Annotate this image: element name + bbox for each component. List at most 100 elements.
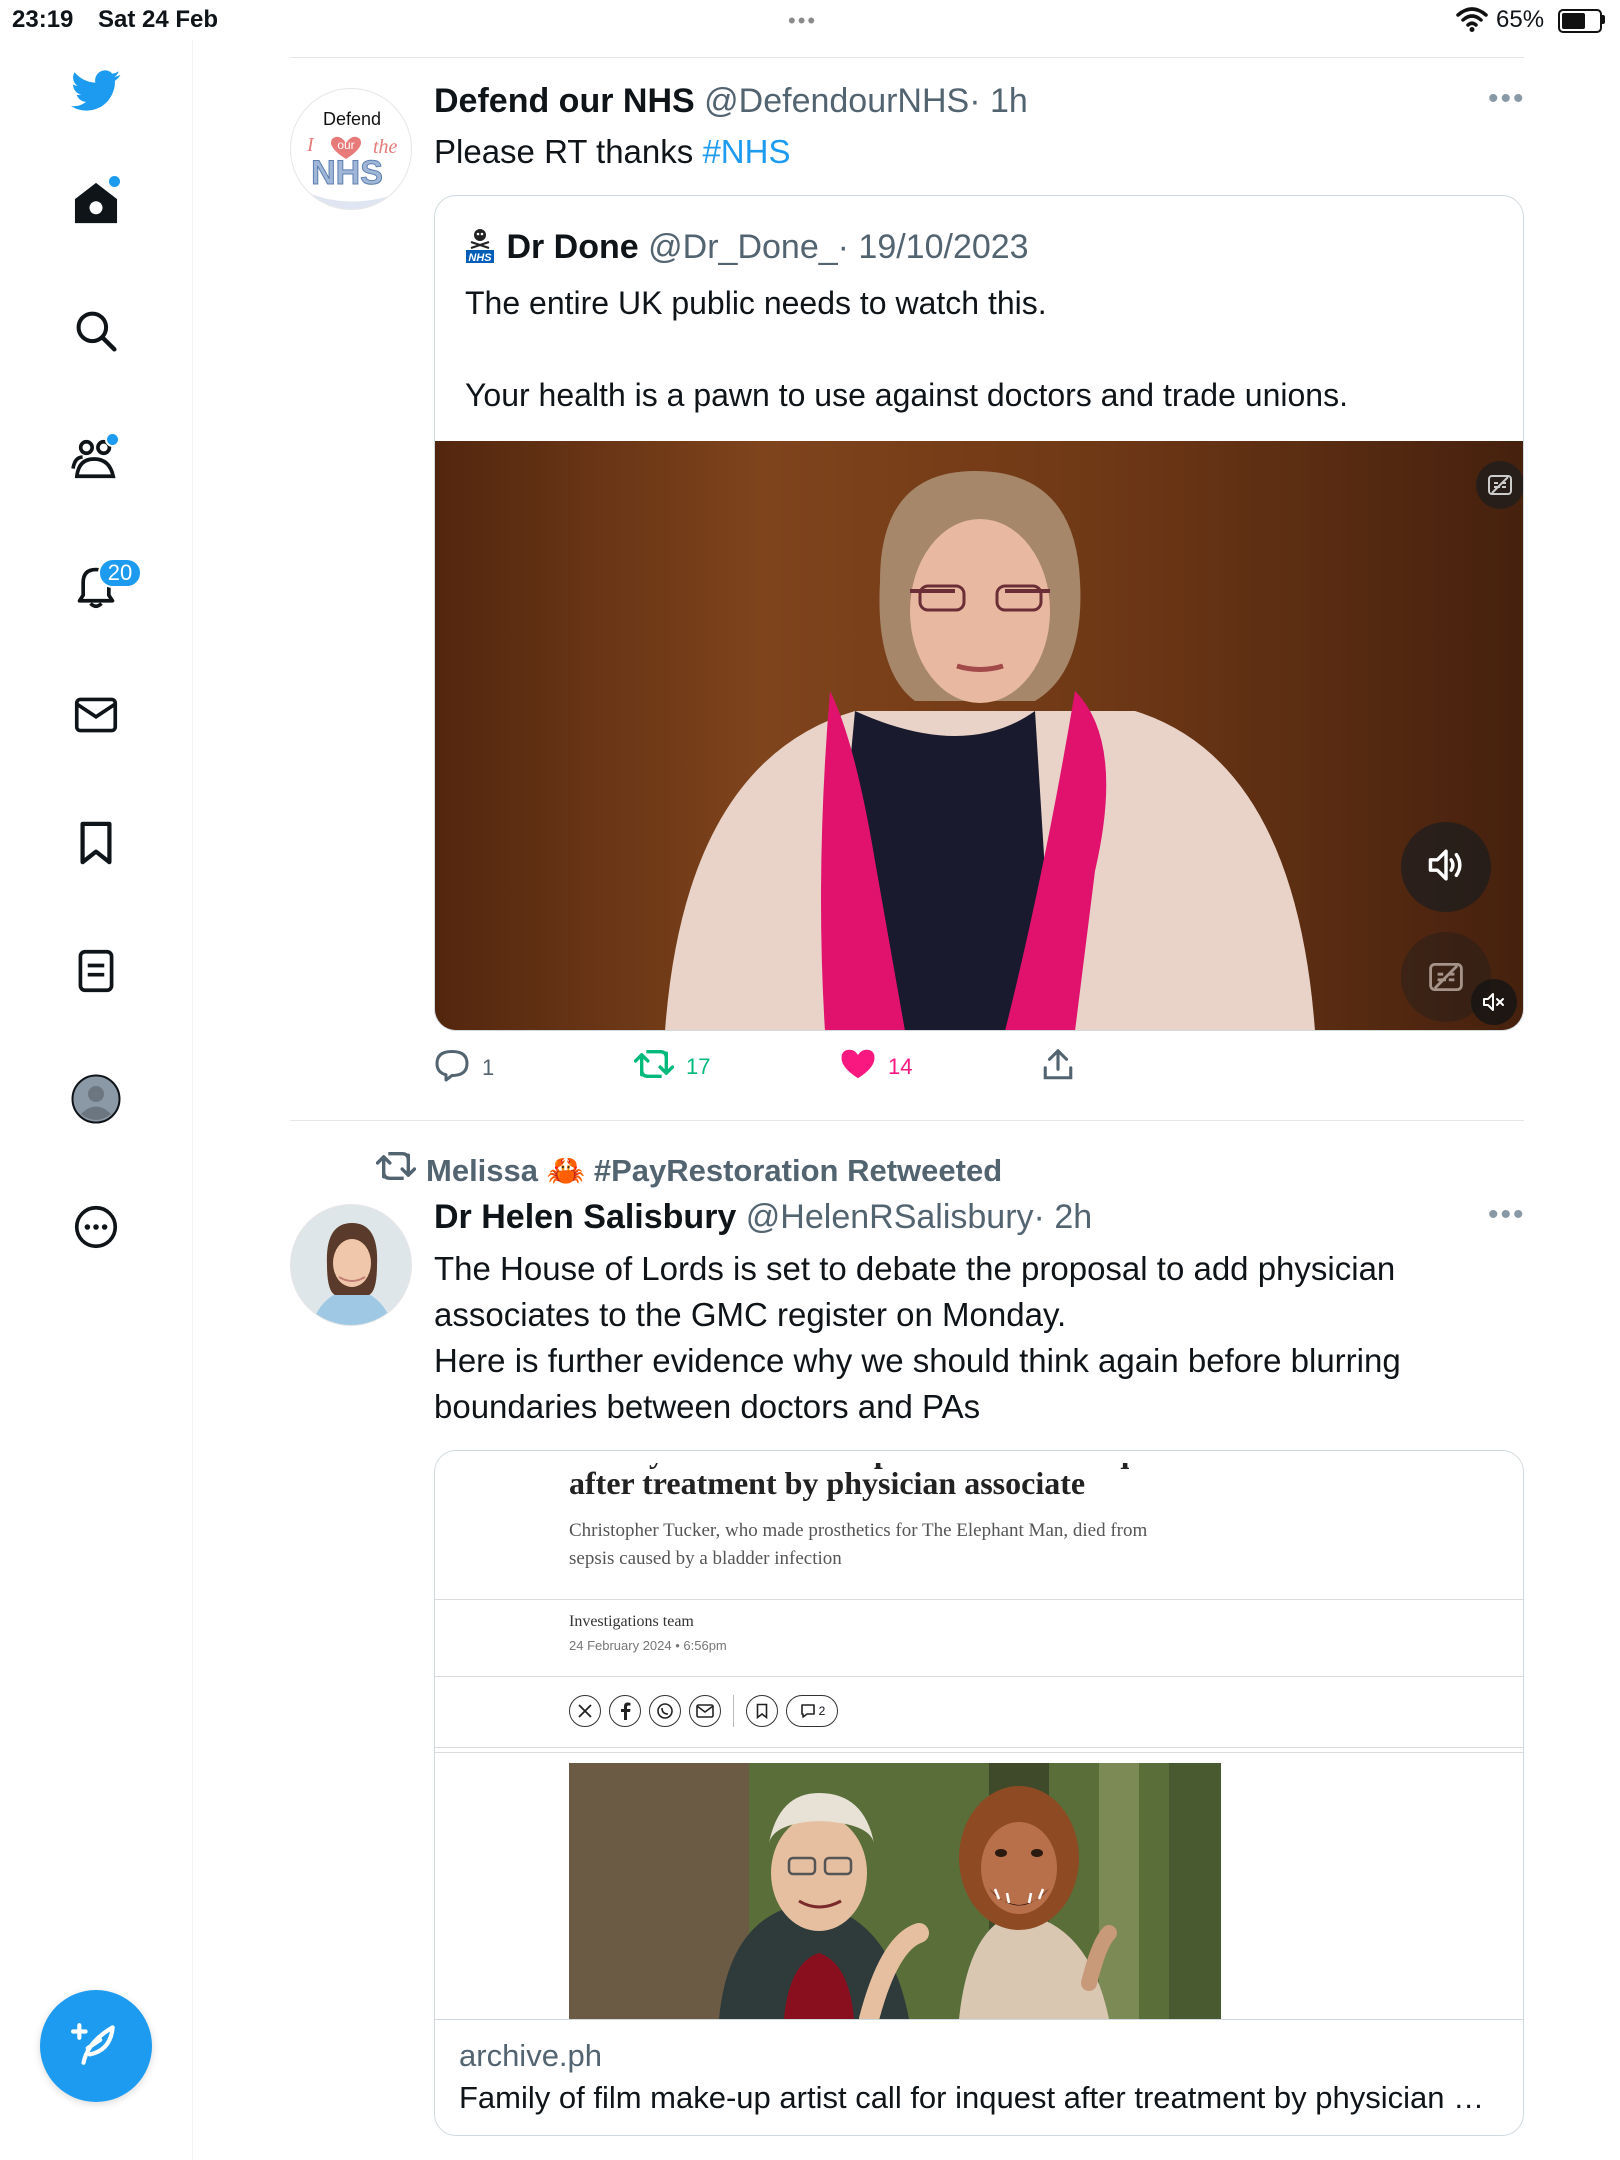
article-image <box>569 1763 1221 2019</box>
lists-icon[interactable] <box>71 946 121 996</box>
comments-share-icon: 2 <box>786 1695 838 1727</box>
reply-button[interactable]: 1 <box>434 1048 494 1088</box>
retweeted-by-text[interactable]: Melissa 🦀 #PayRestoration Retweeted <box>426 1152 1002 1189</box>
like-count: 14 <box>888 1054 913 1079</box>
tweet-author-name[interactable]: Dr Helen Salisbury <box>434 1198 736 1236</box>
search-icon[interactable] <box>71 306 121 356</box>
battery-icon <box>1558 9 1602 33</box>
whatsapp-icon <box>649 1695 681 1727</box>
article-author: Investigations team <box>569 1613 694 1630</box>
speaker-icon <box>1425 846 1467 889</box>
quoted-text-line: Your health is a pawn to use against doc… <box>465 377 1348 413</box>
tweet-more-button[interactable]: ••• <box>1488 1198 1526 1232</box>
quoted-text-line: The entire UK public needs to watch this… <box>465 285 1047 321</box>
quoted-tweet-header: NHS Dr Done @Dr_Done_· 19/10/2023 <box>463 226 1029 267</box>
tweet-text-line: associates to the GMC register on Monday… <box>434 1296 1067 1333</box>
tweet-time[interactable]: · 2h <box>1034 1198 1093 1236</box>
sidebar: 20 <box>0 40 193 2160</box>
link-title: Family of film make-up artist call for i… <box>459 2080 1499 2115</box>
article-divider <box>435 1599 1523 1600</box>
avatar-text-our: our <box>337 138 354 152</box>
avatar-text-nhs: NHS <box>311 154 383 192</box>
article-headline: after treatment by physician associate <box>569 1465 1086 1501</box>
avatar-helen-salisbury[interactable] <box>290 1204 412 1326</box>
quoted-tweet-text: The entire UK public needs to watch this… <box>465 280 1485 418</box>
tweet-time[interactable]: · 1h <box>969 82 1028 120</box>
tweet-text-line: The House of Lords is set to debate the … <box>434 1250 1396 1287</box>
retweet-icon <box>633 1048 675 1086</box>
captions-icon[interactable] <box>1476 461 1523 509</box>
tweet-text-line: boundaries between doctors and PAs <box>434 1388 981 1425</box>
quoted-video-player[interactable] <box>435 441 1523 1030</box>
nhs-badge-text: NHS <box>468 252 492 264</box>
x-share-icon <box>569 1695 601 1727</box>
reply-icon <box>434 1048 470 1088</box>
mute-icon[interactable] <box>1471 979 1517 1025</box>
bookmarks-icon[interactable] <box>71 818 121 868</box>
status-time: 23:19 <box>12 6 74 33</box>
compose-button[interactable] <box>40 1990 152 2102</box>
retweet-indicator-icon <box>375 1150 417 1190</box>
heart-icon <box>840 1048 876 1086</box>
comments-count: 2 <box>818 1704 826 1718</box>
tweet-text: Please RT thanks #NHS <box>434 129 790 175</box>
tweet-text-line: Here is further evidence why we should t… <box>434 1342 1401 1379</box>
share-icon <box>1042 1048 1074 1088</box>
status-date: Sat 24 Feb <box>98 6 219 33</box>
retweet-button[interactable]: 17 <box>633 1048 711 1086</box>
avatar-defend-our-nhs[interactable]: Defend I our the NHS <box>290 88 412 210</box>
quoted-tweet-time[interactable]: · 19/10/2023 <box>838 228 1029 266</box>
twitter-bird-icon[interactable] <box>71 66 121 116</box>
reply-count: 1 <box>482 1055 495 1080</box>
quoted-author-avatar[interactable]: NHS <box>463 226 497 264</box>
home-icon[interactable] <box>71 174 122 228</box>
tweet-text-body: Please RT thanks <box>434 133 703 170</box>
email-share-icon <box>689 1695 721 1727</box>
tweet-header: Defend our NHS @DefendourNHS· 1h <box>434 82 1028 121</box>
multitask-dots[interactable]: ••• <box>788 8 817 34</box>
facebook-icon <box>609 1695 641 1727</box>
retweet-count: 17 <box>686 1054 711 1079</box>
video-frame <box>435 441 1523 1030</box>
status-bar: 23:19 Sat 24 Feb ••• 65% <box>0 0 1620 40</box>
retweeted-by-line: Melissa 🦀 #PayRestoration Retweeted <box>375 1150 1002 1190</box>
avatar-text-i: I <box>306 134 315 156</box>
notifications-badge: 20 <box>98 558 142 588</box>
quoted-tweet-card[interactable]: NHS Dr Done @Dr_Done_· 19/10/2023 The en… <box>434 195 1524 1031</box>
share-separator <box>733 1695 734 1727</box>
article-date: 24 February 2024 • 6:56pm <box>569 1638 727 1653</box>
article-divider <box>435 1676 1523 1677</box>
quoted-author-name[interactable]: Dr Done <box>506 228 638 266</box>
feed-divider <box>290 57 1524 58</box>
share-button[interactable] <box>1042 1048 1074 1088</box>
article-share-row: 2 <box>569 1695 838 1727</box>
communities-unread-dot <box>105 432 120 447</box>
tweet-action-bar: 1 17 14 <box>434 1048 1524 1098</box>
tweet-more-button[interactable]: ••• <box>1488 82 1526 116</box>
home-unread-dot <box>107 174 122 189</box>
tweet-author-handle[interactable]: @HelenRSalisbury <box>746 1198 1034 1236</box>
bookmark-share-icon <box>746 1695 778 1727</box>
link-domain: archive.ph <box>459 2038 603 2073</box>
link-card-footer[interactable]: archive.ph Family of film make-up artist… <box>435 2019 1523 2135</box>
communities-icon[interactable] <box>71 432 121 484</box>
avatar-text-defend: Defend <box>323 109 381 129</box>
article-divider <box>435 1752 1523 1753</box>
tweet-header: Dr Helen Salisbury @HelenRSalisbury· 2h <box>434 1198 1092 1237</box>
battery-tip <box>1602 15 1605 24</box>
like-button[interactable]: 14 <box>840 1048 912 1086</box>
battery-percent: 65% <box>1496 6 1545 33</box>
volume-button[interactable] <box>1401 822 1491 912</box>
messages-icon[interactable] <box>71 690 121 740</box>
more-icon[interactable] <box>71 1202 121 1252</box>
feed-divider <box>290 1120 1524 1121</box>
tweet-author-name[interactable]: Defend our NHS <box>434 82 695 120</box>
wifi-icon <box>1456 4 1488 39</box>
link-preview-card[interactable]: Family of film make-up artist call for i… <box>434 1450 1524 2136</box>
article-subheading: Christopher Tucker, who made prosthetics… <box>569 1520 1148 1569</box>
compose-icon <box>71 2019 121 2074</box>
profile-avatar[interactable] <box>71 1074 121 1124</box>
tweet-author-handle[interactable]: @DefendourNHS <box>704 82 969 120</box>
quoted-author-handle[interactable]: @Dr_Done_ <box>648 228 838 266</box>
tweet-hashtag-link[interactable]: #NHS <box>702 133 790 170</box>
